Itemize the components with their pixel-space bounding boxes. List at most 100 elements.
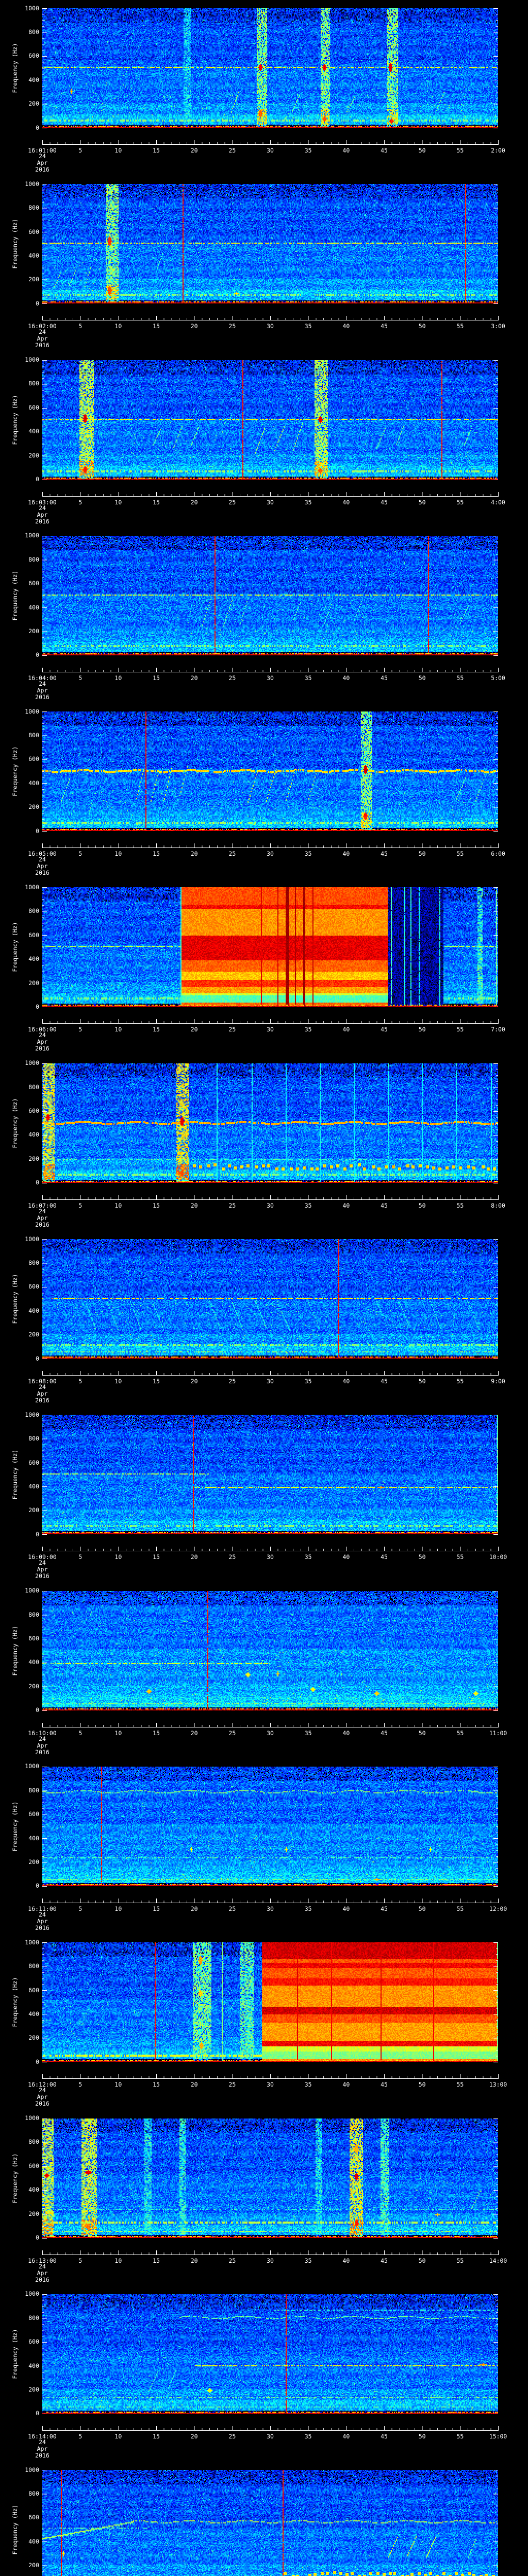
x-tick-label: 25 bbox=[228, 2081, 236, 2089]
x-tick-label: 50 bbox=[418, 2257, 426, 2264]
x-axis-minor-ticks bbox=[42, 2076, 499, 2079]
y-tick-label: 600 bbox=[28, 2338, 39, 2346]
x-axis bbox=[42, 1897, 499, 1903]
spectrogram-panel: Frequency (Hz) 1000 800 600 400 200 0 16:12:00… bbox=[0, 1934, 528, 2110]
spectrogram-canvas bbox=[42, 184, 498, 304]
x-end-time-label: 3:00 bbox=[491, 323, 505, 330]
x-end-time-label: 11:00 bbox=[489, 1729, 507, 1737]
x-tick-label: 35 bbox=[304, 1553, 312, 1561]
x-tick-label: 40 bbox=[342, 1729, 350, 1737]
y-axis-title: Frequency (Hz) bbox=[11, 43, 19, 93]
y-tick-label: 1000 bbox=[25, 1411, 39, 1418]
x-tick-label: 50 bbox=[418, 1026, 426, 1033]
y-tick-label: 200 bbox=[28, 2034, 39, 2042]
x-axis-minor-ticks bbox=[42, 1197, 499, 1199]
x-tick-label: 25 bbox=[228, 1905, 236, 1912]
spectrogram-panel: Frequency (Hz) 1000 800 600 400 200 0 16:01:00… bbox=[0, 0, 528, 176]
spectrogram-panel: Frequency (Hz) 1000 800 600 400 200 0 16:08:00… bbox=[0, 1231, 528, 1407]
y-axis-title: Frequency (Hz) bbox=[11, 2504, 19, 2555]
y-tick-label: 600 bbox=[28, 1986, 39, 1994]
y-tick-label: 1000 bbox=[25, 1059, 39, 1067]
x-tick-label: 30 bbox=[267, 323, 274, 330]
date-line: 2016 bbox=[35, 166, 50, 173]
x-axis bbox=[42, 1018, 499, 1024]
x-tick-label: 15 bbox=[153, 2432, 160, 2440]
y-tick-label: 600 bbox=[28, 228, 39, 235]
x-tick-label: 40 bbox=[342, 1905, 350, 1912]
y-axis-title: Frequency (Hz) bbox=[11, 922, 19, 972]
y-tick-label: 600 bbox=[28, 1459, 39, 1466]
spectrogram-canvas bbox=[42, 360, 498, 480]
x-tick-label: 5 bbox=[78, 1201, 82, 1209]
date-line: 2016 bbox=[35, 1221, 50, 1228]
x-end-time-label: 2:00 bbox=[491, 147, 505, 154]
date-line: 2016 bbox=[35, 342, 50, 349]
x-tick-label: 15 bbox=[153, 1729, 160, 1737]
x-tick-label: 20 bbox=[190, 498, 198, 506]
y-tick-label: 800 bbox=[28, 2490, 39, 2498]
spectrogram-canvas bbox=[42, 2294, 498, 2414]
x-tick-label: 50 bbox=[418, 1905, 426, 1912]
x-tick-label: 15 bbox=[153, 2081, 160, 2089]
x-tick-label: 55 bbox=[456, 1378, 464, 1385]
x-tick-label: 5 bbox=[78, 1026, 82, 1033]
spectrogram-panel: Frequency (Hz) 1000 800 600 400 200 0 16:14:00… bbox=[0, 2285, 528, 2462]
x-tick-label: 20 bbox=[190, 1553, 198, 1561]
x-tick-label: 45 bbox=[381, 2081, 388, 2089]
y-tick-label: 800 bbox=[28, 732, 39, 739]
spectrogram-panel: Frequency (Hz) 1000 800 600 400 200 0 16:13:00… bbox=[0, 2110, 528, 2286]
y-tick-label: 400 bbox=[28, 76, 39, 83]
y-axis-title: Frequency (Hz) bbox=[11, 746, 19, 796]
x-axis bbox=[42, 1370, 499, 1376]
x-tick-label: 25 bbox=[228, 1729, 236, 1737]
x-tick-label: 25 bbox=[228, 674, 236, 682]
x-tick-label: 30 bbox=[267, 1026, 274, 1033]
x-tick-label: 55 bbox=[456, 1729, 464, 1737]
y-axis-title: Frequency (Hz) bbox=[11, 395, 19, 445]
x-tick-label: 25 bbox=[228, 1378, 236, 1385]
x-tick-label: 45 bbox=[381, 1905, 388, 1912]
x-axis-minor-ticks bbox=[42, 142, 499, 144]
spectrogram-montage: Frequency (Hz) 1000 800 600 400 200 0 16:01:00… bbox=[0, 0, 528, 2576]
y-tick-label: 1000 bbox=[25, 1762, 39, 1770]
y-tick-label: 600 bbox=[28, 1810, 39, 1818]
x-tick-label: 35 bbox=[304, 498, 312, 506]
x-end-time-label: 7:00 bbox=[491, 1026, 505, 1033]
y-tick-label: 1000 bbox=[25, 1938, 39, 1946]
date-line: 2016 bbox=[35, 869, 50, 877]
x-tick-label: 40 bbox=[342, 674, 350, 682]
y-tick-label: 1000 bbox=[25, 2466, 39, 2473]
x-tick-label: 35 bbox=[304, 850, 312, 858]
y-tick-label: 0 bbox=[36, 651, 39, 659]
y-tick-label: 200 bbox=[28, 979, 39, 987]
x-tick-label: 35 bbox=[304, 1905, 312, 1912]
x-tick-label: 30 bbox=[267, 850, 274, 858]
y-tick-label: 800 bbox=[28, 1786, 39, 1794]
y-tick-label: 200 bbox=[28, 627, 39, 635]
y-tick-label: 0 bbox=[36, 1530, 39, 1538]
x-tick-label: 5 bbox=[78, 2432, 82, 2440]
x-tick-label: 45 bbox=[381, 147, 388, 154]
y-tick-label: 400 bbox=[28, 779, 39, 787]
spectrogram-panel: Frequency (Hz) 1000 800 600 400 200 0 16:06:00… bbox=[0, 879, 528, 1055]
date-line: 2016 bbox=[35, 2276, 50, 2283]
spectrogram-canvas bbox=[42, 1590, 498, 1710]
y-tick-label: 0 bbox=[36, 827, 39, 835]
x-tick-label: 50 bbox=[418, 1729, 426, 1737]
x-tick-label: 20 bbox=[190, 323, 198, 330]
x-tick-label: 45 bbox=[381, 1553, 388, 1561]
x-tick-label: 5 bbox=[78, 1378, 82, 1385]
y-tick-label: 600 bbox=[28, 403, 39, 411]
y-tick-label: 0 bbox=[36, 1179, 39, 1187]
spectrogram-canvas bbox=[42, 1766, 498, 1886]
x-tick-label: 40 bbox=[342, 323, 350, 330]
y-tick-label: 200 bbox=[28, 2562, 39, 2569]
x-tick-label: 5 bbox=[78, 323, 82, 330]
y-tick-label: 400 bbox=[28, 1834, 39, 1842]
x-end-time-label: 13:00 bbox=[489, 2081, 507, 2089]
x-end-time-label: 14:00 bbox=[489, 2257, 507, 2264]
spectrogram-canvas bbox=[42, 2118, 498, 2238]
x-tick-label: 5 bbox=[78, 850, 82, 858]
x-tick-label: 30 bbox=[267, 674, 274, 682]
x-tick-label: 40 bbox=[342, 1378, 350, 1385]
